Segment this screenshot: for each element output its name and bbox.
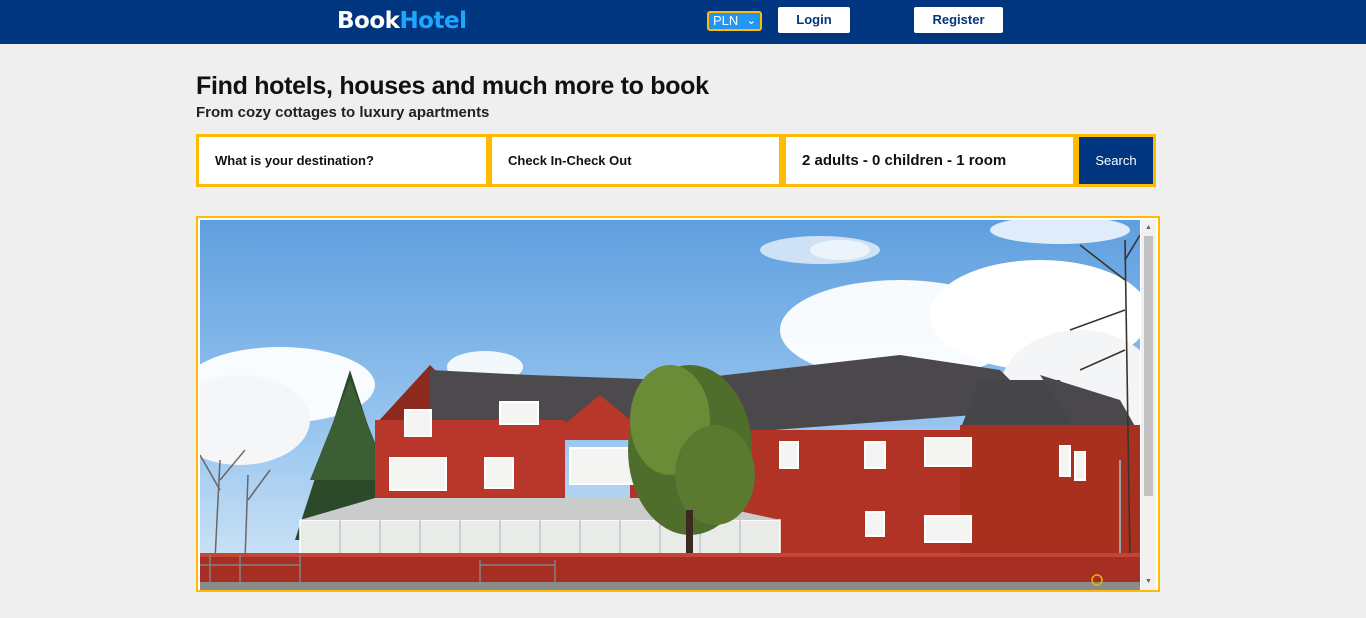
logo-part-hotel: Hotel xyxy=(399,8,467,34)
hotel-building-illustration xyxy=(200,220,1140,590)
login-button[interactable]: Login xyxy=(778,7,850,33)
date-range-input[interactable]: Check In-Check Out xyxy=(492,137,779,184)
search-button[interactable]: Search xyxy=(1079,137,1153,184)
hotel-gallery: ▲ ▼ xyxy=(196,216,1160,592)
booking-logo[interactable]: BookHotel xyxy=(337,8,467,34)
gallery-scrollbar[interactable]: ▲ ▼ xyxy=(1141,220,1156,590)
page-title: Find hotels, houses and much more to boo… xyxy=(196,72,709,100)
search-bar: What is your destination? Check In-Check… xyxy=(196,134,1156,187)
chevron-down-icon: ⌄ xyxy=(746,15,756,27)
page-subtitle: From cozy cottages to luxury apartments xyxy=(196,104,490,121)
top-navigation-bar: BookHotel PLN ⌄ Login Register xyxy=(0,0,1366,44)
hotel-photo xyxy=(200,220,1140,590)
logo-part-book: Book xyxy=(337,8,400,34)
scrollbar-thumb[interactable] xyxy=(1144,236,1153,496)
guests-selector[interactable]: 2 adults - 0 children - 1 room xyxy=(786,137,1073,184)
currency-select[interactable]: PLN ⌄ xyxy=(707,11,762,31)
scroll-up-arrow-icon[interactable]: ▲ xyxy=(1141,222,1156,234)
destination-input[interactable]: What is your destination? xyxy=(199,137,486,184)
register-button[interactable]: Register xyxy=(914,7,1003,33)
currency-value: PLN xyxy=(713,13,739,28)
scroll-down-arrow-icon[interactable]: ▼ xyxy=(1141,576,1156,588)
